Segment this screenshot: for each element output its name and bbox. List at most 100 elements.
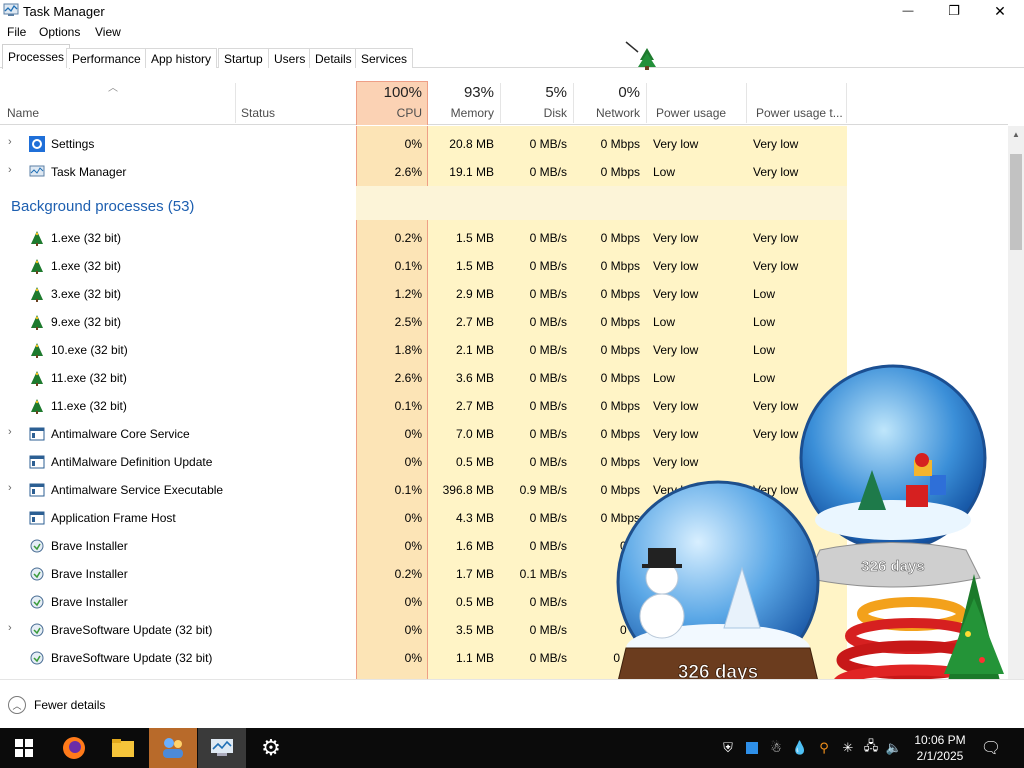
menu-file[interactable]: File (7, 25, 26, 39)
table-row[interactable]: › Task Manager 2.6% 19.1 MB 0 MB/s 0 Mbps Low V… (0, 157, 1008, 185)
installer-icon (29, 650, 45, 666)
process-memory: 2.7 MB (455, 315, 494, 329)
header-power-usage[interactable]: Power usage (656, 106, 726, 120)
header-memory-pct[interactable]: 93% (430, 84, 494, 101)
search-icon[interactable]: ⚲ (815, 738, 833, 758)
header-memory[interactable]: Memory (430, 106, 494, 120)
notifications-icon[interactable]: 🗨 (981, 738, 1001, 758)
tree-icon (29, 314, 45, 330)
snowflake-icon[interactable]: ✳ (839, 738, 857, 758)
tree-icon (29, 370, 45, 386)
tab-processes[interactable]: Processes (2, 44, 71, 69)
close-button[interactable]: ✕ (977, 0, 1023, 22)
header-name[interactable]: Name (7, 106, 39, 120)
clock-time: 10:06 PM (914, 733, 966, 747)
process-cpu: 0% (404, 539, 422, 553)
expand-chevron-icon[interactable]: › (8, 136, 12, 148)
tree-icon (29, 230, 45, 246)
table-row[interactable]: 10.exe (32 bit) 1.8% 2.1 MB 0 MB/s 0 Mbps Ver… (0, 335, 1008, 363)
process-cpu: 0.1% (394, 483, 422, 497)
installer-icon (29, 594, 45, 610)
process-memory: 3.6 MB (455, 371, 494, 385)
table-row[interactable]: 1.exe (32 bit) 0.1% 1.5 MB 0 MB/s 0 Mbps Very… (0, 251, 1008, 279)
people-icon[interactable] (149, 728, 197, 768)
expand-chevron-icon[interactable]: › (8, 482, 12, 494)
tab-users[interactable]: Users (268, 48, 312, 68)
tree-icon (29, 258, 45, 274)
header-cpu[interactable]: CPU (358, 106, 422, 120)
file-explorer-icon[interactable] (99, 728, 147, 768)
header-cpu-pct[interactable]: 100% (358, 84, 422, 101)
process-network: 0 Mbps (600, 231, 640, 245)
tab-details[interactable]: Details (309, 48, 358, 68)
process-power: Very low (653, 259, 699, 273)
process-power: Very low (653, 399, 699, 413)
expand-chevron-icon[interactable]: › (8, 164, 12, 176)
process-memory: 1.5 MB (455, 259, 494, 273)
table-row[interactable]: › Settings 0% 20.8 MB 0 MB/s 0 Mbps Very low Ve… (0, 129, 1008, 157)
volume-icon[interactable]: 🔈 (885, 738, 903, 758)
process-cpu: 2.6% (394, 371, 422, 385)
header-network-pct[interactable]: 0% (576, 84, 640, 101)
table-row[interactable]: 3.exe (32 bit) 1.2% 2.9 MB 0 MB/s 0 Mbps Very… (0, 279, 1008, 307)
tab-app-history[interactable]: App history (145, 48, 218, 68)
fewer-details-link[interactable]: Fewer details (34, 698, 105, 712)
tab-performance[interactable]: Performance (66, 48, 147, 68)
scroll-up-icon[interactable]: ▲ (1012, 130, 1020, 139)
footer: ︿ Fewer details (0, 679, 1024, 728)
header-status[interactable]: Status (241, 106, 275, 120)
process-power: Low (653, 371, 676, 385)
process-cpu: 0% (404, 595, 422, 609)
process-network: 0 Mbps (600, 427, 640, 441)
windows-start-icon[interactable] (0, 728, 48, 768)
background-processes-label: Background processes (53) (11, 198, 195, 215)
header-disk[interactable]: Disk (503, 106, 567, 120)
header-network[interactable]: Network (576, 106, 640, 120)
tab-startup[interactable]: Startup (218, 48, 269, 68)
settings-icon[interactable]: ⚙ (247, 728, 295, 768)
process-disk: 0.1 MB/s (519, 567, 567, 581)
expand-chevron-icon[interactable]: › (8, 622, 12, 634)
maximize-button[interactable]: ❐ (931, 0, 977, 22)
process-memory: 19.1 MB (449, 165, 494, 179)
scrollbar-thumb[interactable] (1010, 154, 1022, 250)
sort-arrow-icon[interactable]: ︿ (108, 79, 118, 94)
task-manager-icon (3, 3, 19, 16)
service-icon (29, 426, 45, 442)
process-cpu: 0.2% (394, 231, 422, 245)
network-icon[interactable]: 🖧 (862, 738, 880, 758)
process-disk: 0 MB/s (529, 165, 567, 179)
process-memory: 0.5 MB (455, 595, 494, 609)
tab-services[interactable]: Services (355, 48, 414, 68)
minimize-button[interactable]: — (885, 0, 931, 22)
task-manager-icon[interactable] (198, 728, 246, 768)
header-power-usage-trend[interactable]: Power usage t... (756, 106, 843, 120)
process-power: Very low (653, 343, 699, 357)
process-name: Antimalware Service Executable (51, 483, 224, 497)
firefox-icon[interactable] (50, 728, 98, 768)
process-cpu: 1.2% (394, 287, 422, 301)
expand-chevron-icon[interactable]: › (8, 426, 12, 438)
clock[interactable]: 10:06 PM 2/1/2025 (910, 732, 970, 764)
process-name: Brave Installer (51, 567, 128, 581)
process-network: 0 Mbps (600, 137, 640, 151)
table-row[interactable]: 9.exe (32 bit) 2.5% 2.7 MB 0 MB/s 0 Mbps Low L… (0, 307, 1008, 335)
tree-icon (29, 286, 45, 302)
process-memory: 2.7 MB (455, 399, 494, 413)
process-memory: 4.3 MB (455, 511, 494, 525)
tray-app-icon[interactable] (743, 738, 761, 758)
menu-view[interactable]: View (95, 25, 121, 39)
process-network: 0 Mbps (600, 315, 640, 329)
process-memory: 0.5 MB (455, 455, 494, 469)
security-icon[interactable]: ⛨ (719, 738, 737, 758)
process-trend: Low (753, 287, 776, 301)
table-row[interactable]: 1.exe (32 bit) 0.2% 1.5 MB 0 MB/s 0 Mbps Very… (0, 223, 1008, 251)
window-title: Task Manager (23, 4, 105, 19)
water-drop-icon[interactable]: 💧 (791, 738, 809, 758)
people-tray-icon[interactable]: ☃ (767, 738, 785, 758)
chevron-up-icon[interactable]: ︿ (8, 696, 26, 714)
process-trend: Very low (753, 231, 799, 245)
header-disk-pct[interactable]: 5% (503, 84, 567, 101)
process-disk: 0 MB/s (529, 511, 567, 525)
menu-options[interactable]: Options (39, 25, 80, 39)
